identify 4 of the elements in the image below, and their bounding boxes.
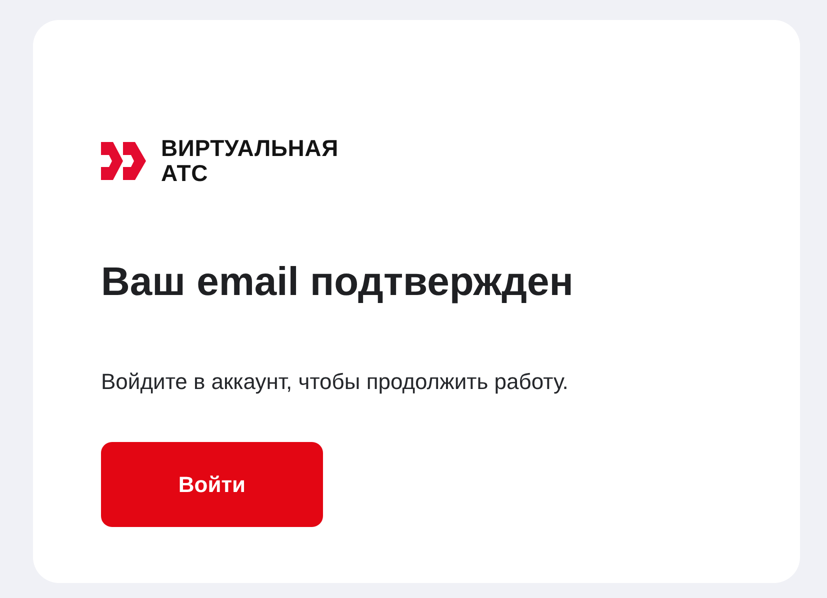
message-text: Войдите в аккаунт, чтобы продолжить работу. xyxy=(101,369,568,395)
login-button[interactable]: Войти xyxy=(101,442,323,527)
logo-text: ВИРТУАЛЬНАЯ АТС xyxy=(161,136,338,186)
page-title: Ваш email подтвержден xyxy=(101,259,574,306)
